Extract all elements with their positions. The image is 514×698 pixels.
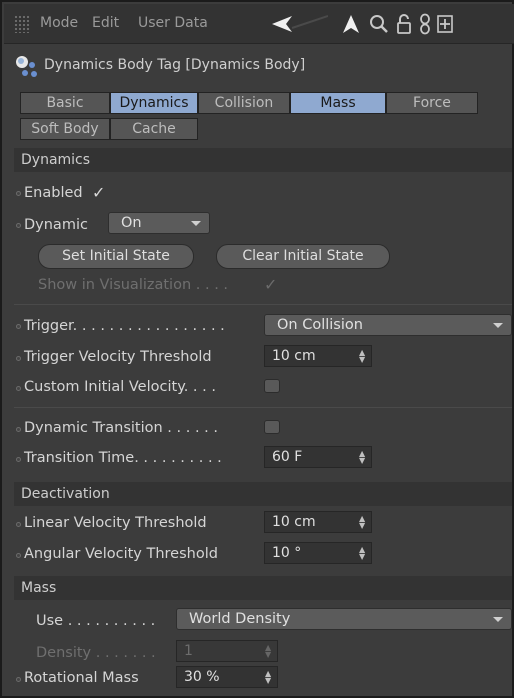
- dynamic-transition-label: Dynamic Transition . . . . . .: [24, 420, 218, 436]
- tab-dynamics[interactable]: Dynamics: [110, 92, 198, 114]
- rotational-mass-label: Rotational Mass: [24, 670, 139, 686]
- search-icon[interactable]: [368, 12, 390, 36]
- section-mass[interactable]: Mass: [14, 576, 512, 600]
- link-icon[interactable]: [416, 12, 434, 36]
- linear-velocity-label: Linear Velocity Threshold: [24, 515, 207, 531]
- keyframe-dot-dynamic[interactable]: [16, 223, 21, 228]
- spinner-arrows-icon: ▲ ▼: [265, 643, 272, 659]
- keyframe-dot-trigger-velocity[interactable]: [16, 356, 21, 361]
- density-input: 1 ▲ ▼: [176, 640, 278, 662]
- menu-mode[interactable]: Mode: [40, 15, 78, 31]
- dynamic-transition-checkbox[interactable]: [264, 420, 280, 434]
- dynamic-dropdown[interactable]: On: [108, 212, 210, 234]
- spinner-arrows-icon[interactable]: ▲ ▼: [359, 546, 365, 561]
- divider: [14, 407, 512, 408]
- rotational-mass-input[interactable]: 30 % ▲ ▼: [176, 666, 278, 688]
- keyframe-dot-custom-velocity[interactable]: [16, 386, 21, 391]
- keyframe-dot-linear[interactable]: [16, 522, 21, 527]
- menubar: Mode Edit User Data: [4, 4, 514, 44]
- enabled-label: Enabled: [24, 185, 83, 201]
- chevron-down-icon: [493, 323, 503, 328]
- menu-user-data[interactable]: User Data: [138, 15, 208, 31]
- up-arrow-icon[interactable]: [340, 12, 362, 36]
- density-label: Density . . . . . . .: [36, 645, 156, 661]
- trigger-dropdown[interactable]: On Collision: [264, 314, 512, 336]
- keyframe-dot-angular[interactable]: [16, 553, 21, 558]
- tab-collision[interactable]: Collision: [198, 92, 290, 114]
- tab-mass[interactable]: Mass: [290, 92, 386, 114]
- keyframe-dot-transition-time[interactable]: [16, 457, 21, 462]
- use-label: Use . . . . . . . . . .: [36, 613, 156, 629]
- divider: [14, 304, 512, 305]
- transition-time-label: Transition Time. . . . . . . . . .: [24, 450, 222, 466]
- keyframe-dot-trigger[interactable]: [16, 324, 21, 329]
- rotational-mass-value: 30 %: [184, 669, 220, 685]
- enabled-checkbox[interactable]: ✓: [92, 183, 105, 202]
- tab-force[interactable]: Force: [386, 92, 478, 114]
- keyframe-dot-enabled[interactable]: [16, 191, 21, 196]
- spinner-arrows-icon[interactable]: ▲ ▼: [359, 349, 365, 364]
- tab-soft-body[interactable]: Soft Body: [20, 118, 110, 140]
- dynamic-label: Dynamic: [24, 217, 88, 233]
- custom-initial-velocity-label: Custom Initial Velocity. . . .: [24, 379, 216, 395]
- menu-edit[interactable]: Edit: [92, 15, 119, 31]
- use-dropdown-value: World Density: [189, 611, 291, 627]
- title-bar: Dynamics Body Tag [Dynamics Body]: [4, 46, 514, 86]
- dynamics-tag-icon: [14, 54, 40, 80]
- tab-basic[interactable]: Basic: [20, 92, 110, 114]
- angular-velocity-label: Angular Velocity Threshold: [24, 546, 218, 562]
- transition-time-value: 60 F: [272, 449, 303, 465]
- dynamic-dropdown-value: On: [121, 215, 142, 231]
- spinner-arrows-icon[interactable]: ▲ ▼: [359, 450, 365, 465]
- spinner-arrows-icon[interactable]: ▲ ▼: [265, 670, 271, 685]
- spinner-arrows-icon[interactable]: ▲ ▼: [359, 515, 365, 530]
- new-panel-icon[interactable]: [436, 12, 454, 36]
- show-in-visualization-checkbox: ✓: [264, 275, 278, 294]
- use-dropdown[interactable]: World Density: [176, 608, 512, 630]
- linear-velocity-input[interactable]: 10 cm ▲ ▼: [264, 511, 372, 533]
- tab-cache[interactable]: Cache: [110, 118, 198, 140]
- keyframe-dot-rotational-mass[interactable]: [16, 677, 21, 682]
- custom-initial-velocity-checkbox[interactable]: [264, 379, 280, 393]
- show-in-visualization-label: Show in Visualization . . . .: [38, 277, 229, 293]
- transition-time-input[interactable]: 60 F ▲ ▼: [264, 446, 372, 468]
- chevron-down-icon: [493, 617, 503, 622]
- keyframe-dot-dynamic-transition[interactable]: [16, 427, 21, 432]
- trigger-velocity-input[interactable]: 10 cm ▲ ▼: [264, 345, 372, 367]
- back-arrow-icon[interactable]: [272, 12, 328, 36]
- section-deactivation[interactable]: Deactivation: [14, 482, 512, 506]
- angular-velocity-input[interactable]: 10 ° ▲ ▼: [264, 542, 372, 564]
- chevron-down-icon: [191, 221, 201, 226]
- trigger-velocity-value: 10 cm: [272, 348, 316, 364]
- trigger-label: Trigger. . . . . . . . . . . . . . . . .: [24, 318, 225, 334]
- section-dynamics[interactable]: Dynamics: [14, 148, 512, 172]
- linear-velocity-value: 10 cm: [272, 514, 316, 530]
- clear-initial-state-button[interactable]: Clear Initial State: [216, 244, 390, 269]
- drag-grip-icon[interactable]: [14, 15, 30, 33]
- attribute-manager-panel: Mode Edit User Data Dynamics Body Tag [D…: [0, 0, 514, 698]
- panel-title: Dynamics Body Tag [Dynamics Body]: [44, 57, 306, 73]
- trigger-velocity-label: Trigger Velocity Threshold: [24, 349, 212, 365]
- set-initial-state-button[interactable]: Set Initial State: [38, 244, 194, 269]
- angular-velocity-value: 10 °: [272, 545, 302, 561]
- trigger-dropdown-value: On Collision: [277, 317, 363, 333]
- lock-icon[interactable]: [394, 12, 414, 36]
- density-value: 1: [184, 643, 193, 659]
